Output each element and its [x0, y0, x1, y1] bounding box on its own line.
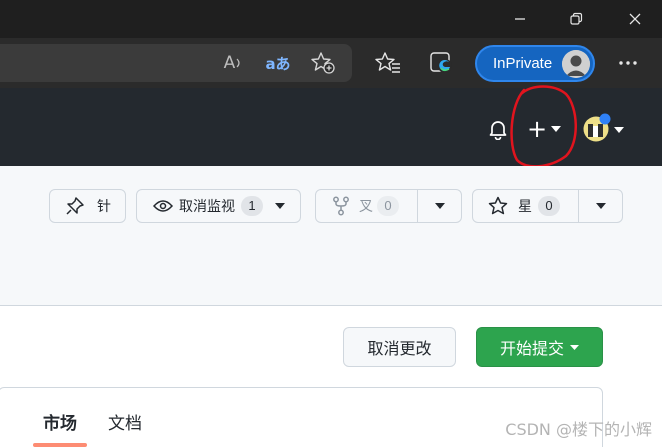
fork-dropdown[interactable]: [417, 190, 461, 222]
add-favorite-button[interactable]: [309, 50, 337, 76]
close-window-button[interactable]: [620, 5, 650, 33]
edge-icon: [430, 52, 452, 73]
caret-down-icon: [570, 344, 579, 350]
fork-label: 叉: [359, 199, 373, 215]
fork-counter: 0: [377, 196, 399, 216]
plus-icon: +: [527, 115, 548, 143]
watermark: CSDN @楼下的小辉: [505, 420, 652, 439]
translate-button[interactable]: aあ: [264, 50, 292, 76]
tab-docs[interactable]: 文档: [108, 409, 142, 434]
watch-counter: 1: [241, 196, 263, 216]
fork-icon: [332, 196, 350, 216]
inprivate-button[interactable]: InPrivate: [475, 45, 595, 82]
star-dropdown[interactable]: [578, 190, 622, 222]
edge-collections-button[interactable]: [428, 50, 456, 76]
star-counter: 0: [538, 196, 560, 216]
star-button[interactable]: 星 0: [472, 189, 623, 223]
create-new-menu[interactable]: +: [527, 114, 567, 144]
minimize-button[interactable]: [505, 5, 535, 33]
star-icon: [488, 196, 508, 216]
caret-down-icon: [275, 203, 285, 209]
restore-icon: [570, 12, 583, 25]
minimize-icon: [515, 18, 525, 20]
caret-down-icon: [614, 127, 624, 133]
person-avatar-icon: [562, 50, 590, 78]
more-dots-icon: [619, 61, 637, 65]
notifications-button[interactable]: [487, 118, 509, 144]
bell-icon: [489, 121, 507, 141]
inprivate-avatar: [562, 50, 590, 78]
read-aloud-button[interactable]: A: [220, 50, 248, 76]
unwatch-button[interactable]: 取消监视 1: [136, 189, 301, 223]
caret-down-icon: [595, 203, 606, 209]
start-commit-label: 开始提交: [499, 339, 564, 358]
favorites-button[interactable]: [374, 50, 402, 76]
fork-button[interactable]: 叉 0: [315, 189, 462, 223]
github-header: +: [0, 88, 662, 166]
sound-waves-icon: [236, 58, 240, 68]
watch-label: 取消监视: [179, 199, 235, 215]
pin-label: 针: [97, 199, 111, 215]
pin-button[interactable]: 针: [49, 189, 126, 223]
inprivate-label: InPrivate: [493, 55, 553, 72]
repo-header: 针 取消监视 1 叉 0 星 0: [0, 166, 662, 306]
settings-more-button[interactable]: [614, 50, 642, 76]
star-add-icon: [311, 52, 335, 74]
translate-icon: aあ: [265, 54, 291, 73]
start-commit-button[interactable]: 开始提交: [476, 327, 603, 367]
eye-icon: [153, 199, 173, 213]
close-icon: [629, 13, 641, 25]
star-label: 星: [518, 199, 532, 215]
notification-dot: [599, 113, 611, 125]
pin-icon: [65, 196, 85, 216]
cancel-changes-button[interactable]: 取消更改: [343, 327, 456, 367]
active-tab-indicator: [33, 443, 87, 447]
user-menu[interactable]: [583, 113, 625, 145]
caret-down-icon: [551, 126, 562, 132]
caret-down-icon: [434, 203, 445, 209]
favorites-icon: [375, 52, 400, 73]
address-bar[interactable]: [0, 44, 352, 82]
read-aloud-icon: A: [223, 53, 236, 73]
maximize-button[interactable]: [561, 5, 591, 33]
browser-title-bar: [0, 0, 662, 38]
tab-marketplace[interactable]: 市场: [43, 409, 77, 434]
